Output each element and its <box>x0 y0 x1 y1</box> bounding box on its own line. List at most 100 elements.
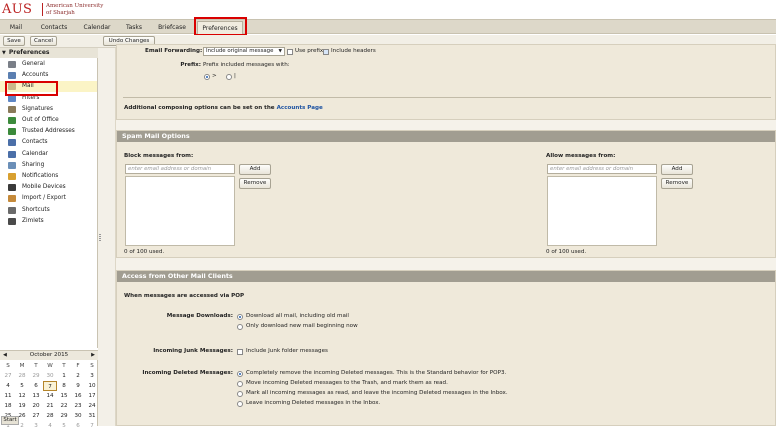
calendar-day[interactable]: 7 <box>85 421 99 431</box>
block-remove-button[interactable]: Remove <box>239 178 271 189</box>
calendar-day[interactable]: 28 <box>15 371 29 381</box>
calendar-prev-icon[interactable]: ◀ <box>3 351 7 360</box>
calendar-day[interactable]: 14 <box>43 391 57 401</box>
calendar-day[interactable]: 29 <box>29 371 43 381</box>
use-prefix-checkbox[interactable] <box>287 49 293 55</box>
calendar-day[interactable]: 27 <box>1 371 15 381</box>
sidebar-item-label: Mobile Devices <box>22 184 66 191</box>
calendar-day[interactable]: 20 <box>29 401 43 411</box>
calendar-day[interactable]: 2 <box>71 371 85 381</box>
tab-tasks[interactable]: Tasks <box>120 22 148 34</box>
deleted-trash-radio[interactable] <box>237 381 243 387</box>
sidebar-item-calendar[interactable]: Calendar <box>0 149 97 160</box>
calendar-day[interactable]: 28 <box>43 411 57 421</box>
allow-list[interactable] <box>547 176 657 246</box>
accounts-page-link[interactable]: Accounts Page <box>277 105 323 111</box>
calendar-day[interactable]: 7 <box>43 381 57 391</box>
calendar-day[interactable]: 3 <box>85 371 99 381</box>
sidebar-item-general[interactable]: General <box>0 59 97 70</box>
highlight-box-mail <box>5 81 58 96</box>
calendar-day[interactable]: 18 <box>1 401 15 411</box>
deleted-remove-radio[interactable] <box>237 371 243 377</box>
calendar-day[interactable]: 6 <box>71 421 85 431</box>
calendar-day[interactable]: 21 <box>43 401 57 411</box>
calendar-day[interactable]: 10 <box>85 381 99 391</box>
block-add-button[interactable]: Add <box>239 164 271 175</box>
splitter-grip-icon[interactable] <box>99 234 101 241</box>
deleted-leave-radio[interactable] <box>237 401 243 407</box>
use-prefix-label: Use prefix <box>295 48 324 54</box>
include-junk-checkbox[interactable] <box>237 349 243 355</box>
calendar-day[interactable]: 3 <box>29 421 43 431</box>
block-list[interactable] <box>125 176 235 246</box>
deleted-mark-read-radio[interactable] <box>237 391 243 397</box>
sidebar-header-label: Preferences <box>8 49 50 56</box>
sidebar-item-accounts[interactable]: Accounts <box>0 70 97 81</box>
calendar-icon <box>8 150 16 158</box>
calendar-day[interactable]: 5 <box>57 421 71 431</box>
download-all-radio[interactable] <box>237 314 243 320</box>
sidebar-item-shortcuts[interactable]: Shortcuts <box>0 205 97 216</box>
calendar-day[interactable]: 5 <box>15 381 29 391</box>
tab-mail[interactable]: Mail <box>4 22 28 34</box>
calendar-day[interactable]: 12 <box>15 391 29 401</box>
tab-contacts[interactable]: Contacts <box>34 22 74 34</box>
prefix-pipe-label: | <box>234 73 236 79</box>
sidebar-splitter[interactable] <box>98 48 116 426</box>
allow-address-input[interactable]: enter email address or domain <box>547 164 657 174</box>
calendar-next-icon[interactable]: ▶ <box>91 351 95 360</box>
calendar-day[interactable]: 23 <box>71 401 85 411</box>
sidebar-item-signatures[interactable]: Signatures <box>0 104 97 115</box>
calendar-day[interactable]: 11 <box>1 391 15 401</box>
mini-calendar: ◀ October 2015 ▶ S M T W T F S 27 28 29 30 1 2 3 4 5 6 7 8… <box>0 350 99 429</box>
sidebar-item-mobile-devices[interactable]: Mobile Devices <box>0 182 97 193</box>
tab-briefcase[interactable]: Briefcase <box>152 22 192 34</box>
include-headers-checkbox[interactable] <box>323 49 329 55</box>
calendar-day[interactable]: 13 <box>29 391 43 401</box>
calendar-day[interactable]: 9 <box>71 381 85 391</box>
calendar-day[interactable]: 19 <box>15 401 29 411</box>
forwarding-select[interactable]: Include original message ▼ <box>203 47 285 56</box>
logo-line-1: American University <box>46 3 104 9</box>
start-button[interactable]: Start <box>1 416 19 425</box>
block-count: 0 of 100 used. <box>124 249 165 255</box>
calendar-weekday: T <box>34 363 38 369</box>
calendar-day[interactable]: 15 <box>57 391 71 401</box>
calendar-day[interactable]: 30 <box>43 371 57 381</box>
calendar-day[interactable]: 27 <box>29 411 43 421</box>
prefix-radio-pipe[interactable] <box>226 74 232 80</box>
calendar-day[interactable]: 6 <box>29 381 43 391</box>
calendar-day[interactable]: 16 <box>71 391 85 401</box>
download-all-label: Download all mail, including old mail <box>246 313 349 319</box>
collapse-arrow-icon[interactable]: ▼ <box>2 50 6 56</box>
sidebar-item-contacts[interactable]: Contacts <box>0 137 97 148</box>
sidebar-item-notifications[interactable]: Notifications <box>0 171 97 182</box>
calendar-day[interactable]: 4 <box>1 381 15 391</box>
sidebar-item-zimlets[interactable]: Zimlets <box>0 216 97 227</box>
sidebar-item-out-of-office[interactable]: Out of Office <box>0 115 97 126</box>
prefix-description: Prefix included messages with: <box>203 62 290 68</box>
download-new-radio[interactable] <box>237 324 243 330</box>
allow-remove-button[interactable]: Remove <box>661 178 693 189</box>
calendar-day[interactable]: 29 <box>57 411 71 421</box>
sidebar-header[interactable]: ▼ Preferences <box>0 48 98 58</box>
calendar-day[interactable]: 24 <box>85 401 99 411</box>
prefix-radio-gt[interactable] <box>204 74 210 80</box>
cancel-button[interactable]: Cancel <box>30 36 57 46</box>
sidebar-item-trusted-addresses[interactable]: Trusted Addresses <box>0 126 97 137</box>
block-address-input[interactable]: enter email address or domain <box>125 164 235 174</box>
zimlet-icon <box>8 217 16 225</box>
calendar-day[interactable]: 31 <box>85 411 99 421</box>
calendar-day[interactable]: 4 <box>43 421 57 431</box>
calendar-day[interactable]: 1 <box>57 371 71 381</box>
tab-calendar[interactable]: Calendar <box>78 22 116 34</box>
sidebar-item-sharing[interactable]: Sharing <box>0 160 97 171</box>
save-button[interactable]: Save <box>3 36 25 46</box>
calendar-day[interactable]: 22 <box>57 401 71 411</box>
logo-subtitle: American University of Sharjah <box>46 3 103 16</box>
calendar-day[interactable]: 30 <box>71 411 85 421</box>
calendar-day[interactable]: 17 <box>85 391 99 401</box>
calendar-day[interactable]: 8 <box>57 381 71 391</box>
allow-add-button[interactable]: Add <box>661 164 693 175</box>
sidebar-item-import-export[interactable]: Import / Export <box>0 193 97 204</box>
